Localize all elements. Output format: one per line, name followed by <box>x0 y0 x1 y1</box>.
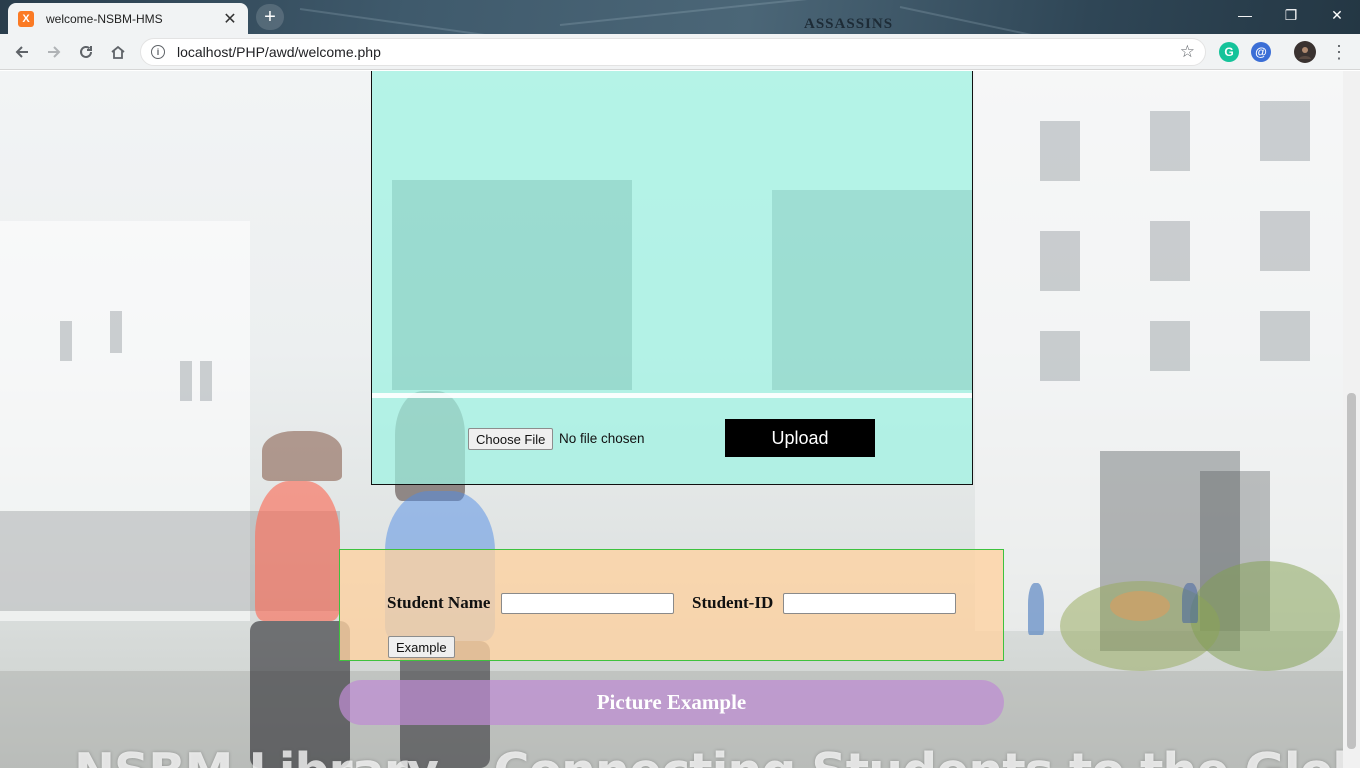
panel-background-building <box>392 180 632 390</box>
grammarly-icon[interactable]: G <box>1219 42 1239 62</box>
scrollbar-thumb[interactable] <box>1347 393 1356 749</box>
background-window <box>1150 221 1190 281</box>
new-tab-button[interactable]: + <box>256 4 284 30</box>
background-streak <box>899 6 1135 34</box>
reload-icon[interactable] <box>73 39 99 65</box>
extension-icon[interactable]: @ <box>1251 42 1271 62</box>
student-name-input[interactable] <box>501 593 674 614</box>
background-window <box>1260 211 1310 271</box>
theme-logo: ASSASSINS <box>804 16 894 32</box>
upload-button[interactable]: Upload <box>725 419 875 457</box>
tab-title: welcome-NSBM-HMS <box>46 11 163 26</box>
background-window <box>1150 111 1190 171</box>
background-window <box>1150 321 1190 371</box>
background-streak <box>299 8 558 34</box>
browser-toolbar: i localhost/PHP/awd/welcome.php ☆ G @ ⋮ <box>0 34 1360 70</box>
background-window <box>1040 121 1080 181</box>
background-window <box>1260 311 1310 361</box>
picture-example-button[interactable]: Picture Example <box>339 680 1004 725</box>
student-form-panel: Student Name Student-ID Example <box>339 549 1004 661</box>
address-url: localhost/PHP/awd/welcome.php <box>177 44 381 60</box>
background-flowers <box>1110 591 1170 621</box>
panel-background-building <box>772 190 972 390</box>
student-name-label: Student Name <box>387 593 491 612</box>
background-caption: NSBM Library – Connecting Students to th… <box>74 743 1343 768</box>
page-scrollbar[interactable] <box>1343 71 1360 768</box>
star-icon[interactable]: ☆ <box>1180 42 1195 62</box>
background-window <box>1040 331 1080 381</box>
upload-panel: Choose File No file chosen Upload <box>371 71 973 485</box>
background-window <box>60 321 72 361</box>
home-icon[interactable] <box>105 39 131 65</box>
window-close-icon[interactable]: ✕ <box>1314 0 1360 30</box>
background-window <box>1040 231 1080 291</box>
background-person-hair <box>262 431 342 481</box>
student-id-input[interactable] <box>783 593 956 614</box>
browser-tab[interactable]: X welcome-NSBM-HMS ✕ <box>8 3 248 34</box>
background-window <box>110 311 122 353</box>
minimize-icon[interactable]: — <box>1222 0 1268 30</box>
student-id-label: Student-ID <box>692 593 774 612</box>
background-window <box>200 361 212 401</box>
avatar[interactable] <box>1294 41 1316 63</box>
xampp-favicon-icon: X <box>18 10 34 27</box>
background-person-far <box>1182 583 1198 623</box>
background-window <box>180 361 192 401</box>
background-person-far <box>1028 583 1044 635</box>
background-window <box>1260 101 1310 161</box>
restore-icon[interactable]: ❐ <box>1268 0 1314 30</box>
choose-file-button[interactable]: Choose File <box>468 428 554 450</box>
example-button[interactable]: Example <box>388 636 455 658</box>
tab-close-icon[interactable]: ✕ <box>222 9 238 29</box>
address-bar[interactable]: i localhost/PHP/awd/welcome.php ☆ <box>140 38 1206 66</box>
back-arrow-icon[interactable] <box>9 39 35 65</box>
background-person-shirt <box>255 481 340 621</box>
background-tree <box>1190 561 1340 671</box>
file-status-text: No file chosen <box>559 431 645 446</box>
site-info-icon[interactable]: i <box>151 45 165 59</box>
page-viewport: NSBM Library – Connecting Students to th… <box>0 71 1343 768</box>
upload-preview-divider <box>372 393 972 398</box>
kebab-menu-icon[interactable]: ⋮ <box>1330 40 1348 64</box>
tab-strip: X welcome-NSBM-HMS ✕ + ASSASSINS — ❐ ✕ <box>0 0 1360 34</box>
forward-arrow-icon[interactable] <box>41 39 67 65</box>
